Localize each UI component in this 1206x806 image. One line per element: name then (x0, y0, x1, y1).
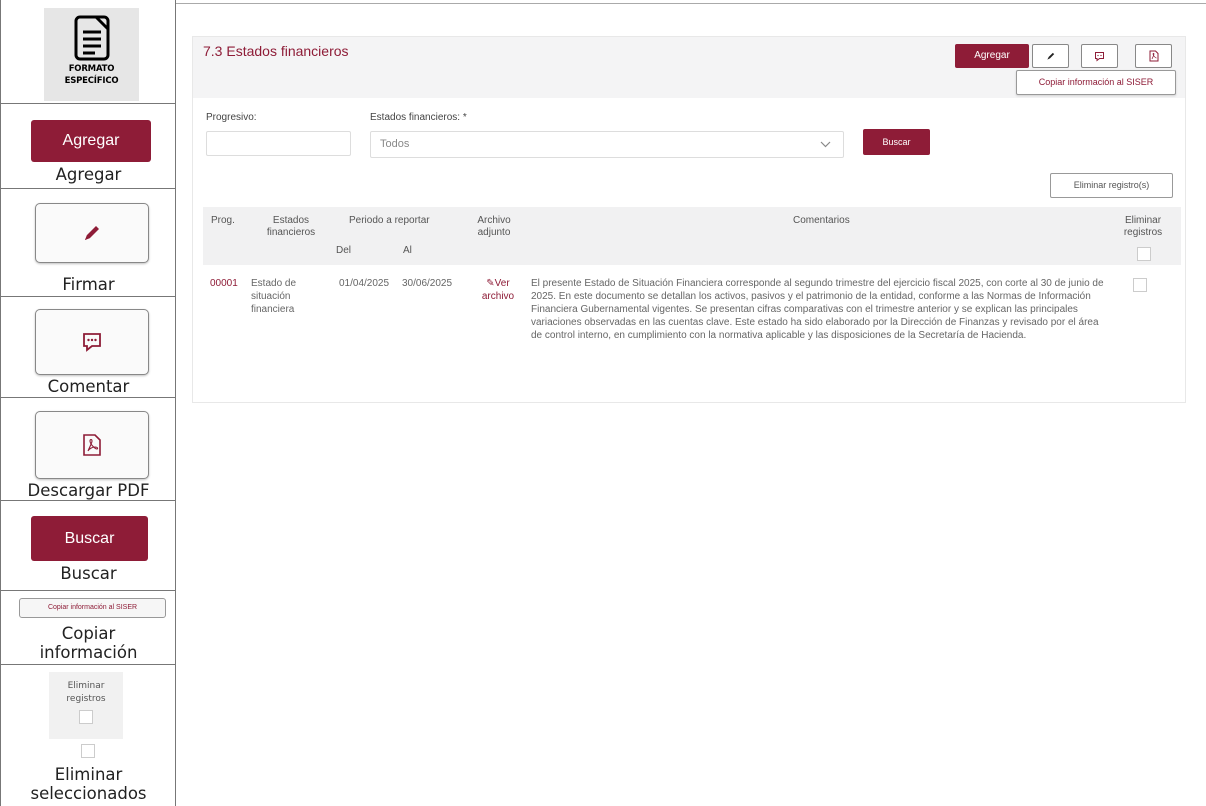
legend-eliminar-cell: Eliminar registros Eliminar seleccionado… (1, 665, 176, 806)
ver-archivo-line2: archivo (481, 291, 515, 302)
pdf-icon (1149, 50, 1158, 62)
legend-eliminar-caption-line1: Eliminar (54, 765, 123, 784)
estados-financieros-label: Estados financieros: * (370, 112, 467, 123)
copiar-siser-button[interactable]: Copiar información al SISER (1016, 70, 1176, 95)
comentar-button[interactable] (1081, 44, 1118, 68)
row-al: 30/06/2025 (402, 278, 453, 289)
chevron-down-icon (820, 132, 831, 167)
row-comentarios: El presente Estado de Situación Financie… (531, 278, 1104, 341)
header-eliminar-line2: registros (1123, 227, 1163, 238)
header-al: Al (403, 245, 412, 256)
row-estado-line2: situación (251, 291, 291, 302)
legend-pdf-cell: Descargar PDF (1, 398, 176, 501)
top-divider (176, 3, 1206, 4)
eliminar-registros-button[interactable]: Eliminar registro(s) (1050, 173, 1173, 198)
firmar-button[interactable] (1032, 44, 1069, 68)
legend-column: FORMATO ESPECÍFICO Agregar Agregar Firma… (0, 0, 176, 806)
legend-agregar-button[interactable]: Agregar (31, 120, 151, 162)
panel-header: 7.3 Estados financieros Agregar Copiar i… (193, 37, 1185, 98)
legend-comentar-caption: Comentar (47, 377, 130, 396)
legend-eliminar-header: Eliminar registros (49, 672, 123, 739)
logo-text-line2: ESPECÍFICO (64, 76, 119, 86)
legend-firmar-cell: Firmar (1, 189, 176, 297)
estados-financieros-selected: Todos (380, 138, 410, 150)
legend-comentar-cell: Comentar (1, 297, 176, 398)
header-del: Del (336, 245, 352, 256)
legend-eliminar-caption-line2: seleccionados (30, 784, 147, 803)
document-icon (74, 15, 109, 61)
header-archivo-line1: Archivo (477, 215, 511, 226)
legend-buscar-caption: Buscar (60, 564, 117, 583)
legend-eliminar-header-line2: registros (66, 694, 106, 704)
select-all-checkbox[interactable] (1137, 247, 1151, 261)
legend-agregar-cell: Agregar Agregar (1, 104, 176, 189)
pen-icon (1046, 52, 1054, 60)
legend-buscar-cell: Buscar Buscar (1, 501, 176, 591)
panel-title: 7.3 Estados financieros (203, 43, 349, 59)
pen-icon (85, 226, 99, 240)
header-prog: Prog. (211, 215, 235, 226)
comment-icon (83, 333, 101, 352)
legend-firmar-button[interactable] (35, 203, 149, 263)
legend-eliminar-header-line1: Eliminar (67, 681, 105, 691)
legend-pdf-button[interactable] (35, 411, 149, 479)
row-estado: Estado de situación financiera (251, 277, 311, 316)
progresivo-input[interactable] (206, 131, 351, 156)
header-eliminar: Eliminar registros (1118, 215, 1168, 239)
header-comentarios: Comentarios (793, 215, 850, 226)
legend-copiar-caption: Copiar información (1, 624, 176, 662)
table-header: Prog. Estados financieros Periodo a repo… (203, 207, 1181, 265)
row-checkbox[interactable] (1133, 278, 1147, 292)
legend-select-all-checkbox[interactable] (79, 710, 93, 724)
legend-eliminar-caption: Eliminar seleccionados (1, 765, 176, 803)
legend-row-checkbox[interactable] (81, 744, 95, 758)
header-estados-line1: Estados (272, 215, 310, 226)
comment-icon (1095, 51, 1104, 62)
legend-copiar-button[interactable]: Copiar información al SISER (19, 598, 166, 618)
header-archivo: Archivo adjunto (469, 215, 519, 239)
ver-archivo-line1: ✎Ver (486, 278, 510, 289)
legend-firmar-caption: Firmar (62, 275, 115, 294)
row-del: 01/04/2025 (339, 278, 390, 289)
ver-archivo-link[interactable]: ✎Ver archivo (473, 277, 523, 303)
pdf-icon (83, 434, 101, 456)
legend-pdf-caption: Descargar PDF (27, 481, 150, 500)
legend-logo-cell: FORMATO ESPECÍFICO (1, 0, 176, 104)
header-estados-line2: financieros (266, 227, 316, 238)
row-estado-line1: Estado de (251, 278, 297, 289)
legend-copiar-caption-line1: Copiar (61, 624, 116, 643)
legend-agregar-caption: Agregar (55, 165, 122, 184)
row-estado-line3: financiera (251, 304, 295, 315)
logo-text-line1: FORMATO (68, 64, 115, 74)
progresivo-label: Progresivo: (206, 112, 257, 123)
legend-buscar-button[interactable]: Buscar (31, 516, 148, 561)
agregar-button[interactable]: Agregar (955, 44, 1029, 68)
descargar-pdf-button[interactable] (1135, 44, 1172, 68)
formato-especifico-logo: FORMATO ESPECÍFICO (44, 8, 139, 101)
header-estados: Estados financieros (256, 215, 326, 239)
estados-financieros-select[interactable]: Todos (370, 131, 844, 158)
buscar-button[interactable]: Buscar (863, 129, 930, 155)
header-archivo-line2: adjunto (477, 227, 511, 238)
legend-comentar-button[interactable] (35, 309, 149, 375)
legend-copiar-cell: Copiar información al SISER Copiar infor… (1, 591, 176, 665)
row-prog: 00001 (210, 278, 238, 289)
header-periodo: Periodo a reportar (349, 215, 430, 226)
legend-copiar-caption-line2: información (39, 643, 138, 662)
estados-financieros-panel: 7.3 Estados financieros Agregar Copiar i… (192, 36, 1186, 403)
header-eliminar-line1: Eliminar (1124, 215, 1162, 226)
